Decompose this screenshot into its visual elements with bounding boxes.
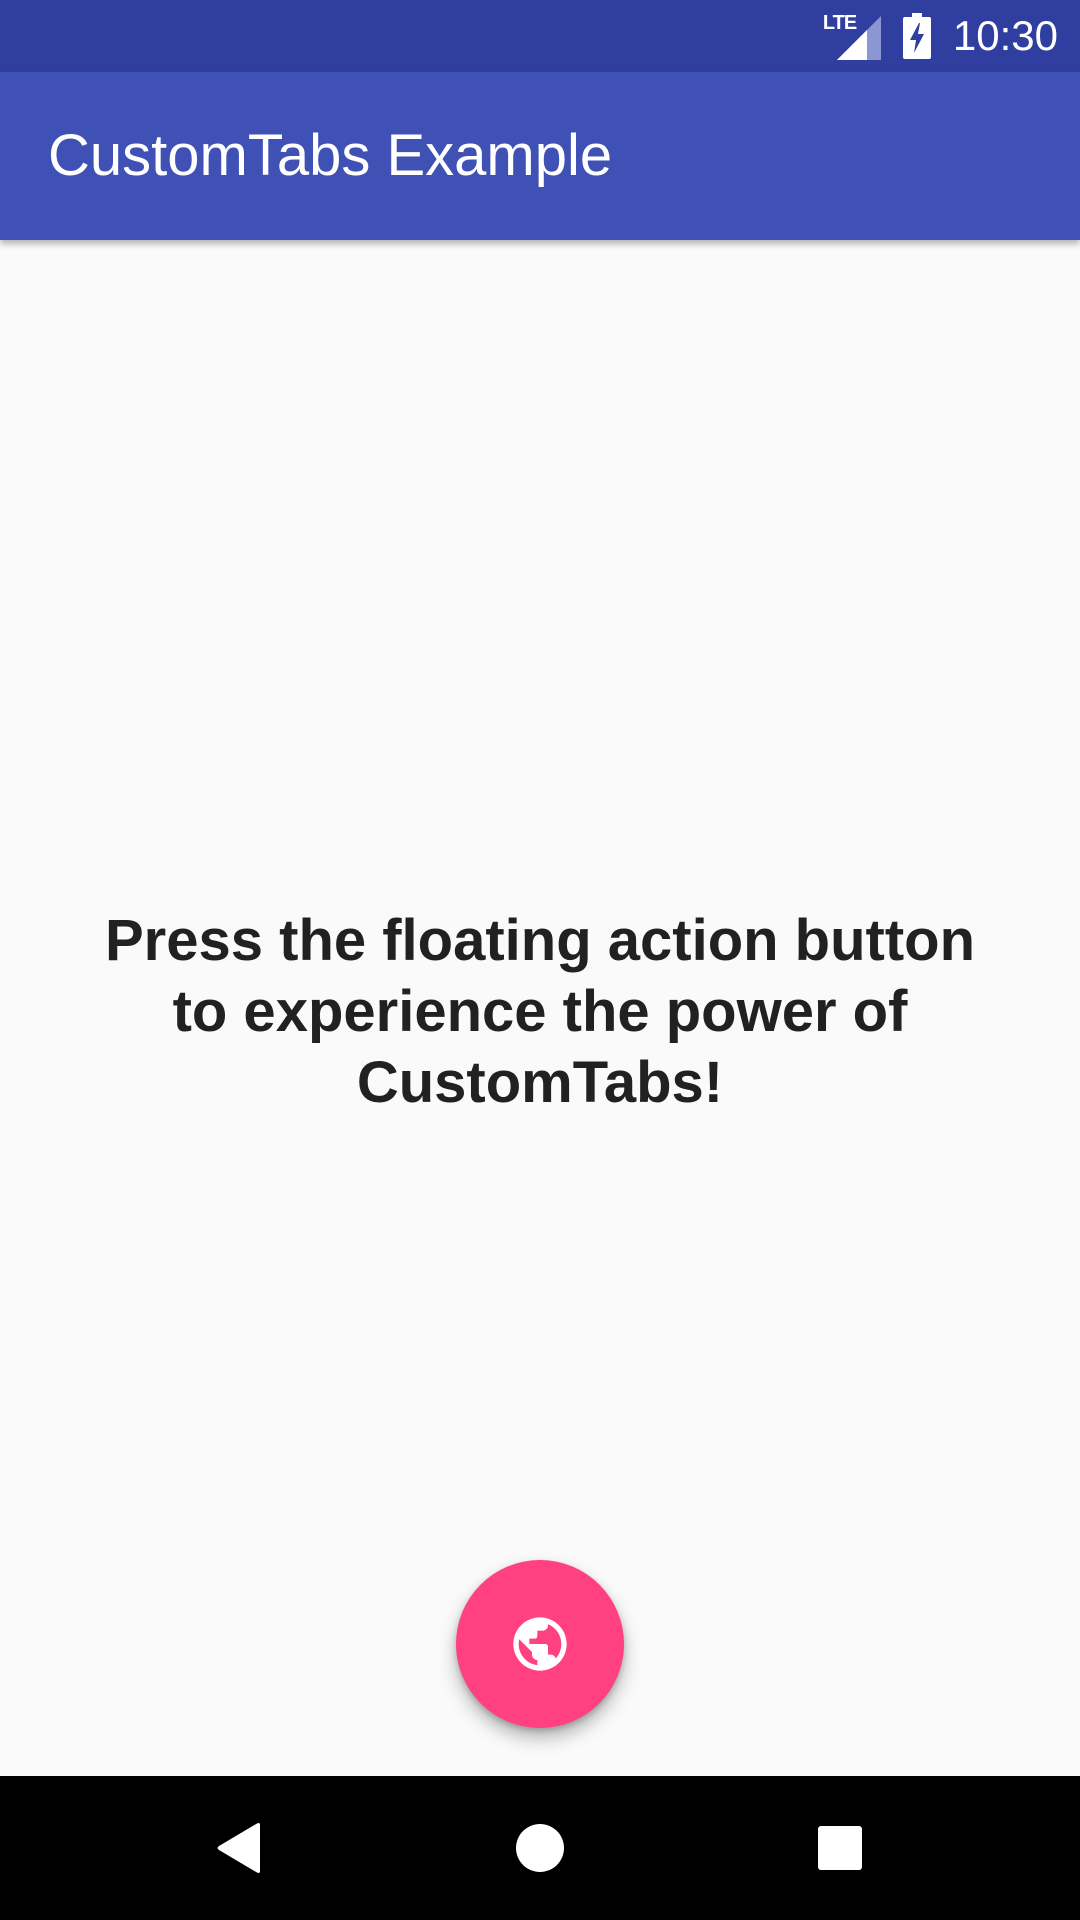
home-button[interactable] <box>460 1776 620 1920</box>
back-button[interactable] <box>160 1776 320 1920</box>
recents-button[interactable] <box>760 1776 920 1920</box>
status-icons: LTE 10:30 <box>823 0 1058 72</box>
status-time: 10:30 <box>952 12 1058 59</box>
instruction-text: Press the floating action button to expe… <box>104 908 976 1115</box>
signal-strength-icon <box>836 16 881 60</box>
lte-signal-icon: LTE <box>823 12 881 60</box>
app-title: CustomTabs Example <box>48 123 613 188</box>
main-content: Press the floating action button to expe… <box>0 240 1080 1776</box>
open-custom-tab-fab[interactable] <box>456 1560 624 1728</box>
status-bar: LTE 10:30 <box>0 0 1080 72</box>
back-icon <box>217 1823 260 1873</box>
screen: LTE 10:30 CustomTabs Example Press the f… <box>0 0 1080 1920</box>
battery-charging-icon <box>902 13 931 59</box>
home-icon <box>516 1824 564 1872</box>
navigation-bar <box>0 1776 1080 1920</box>
recents-icon <box>818 1826 862 1870</box>
globe-icon <box>513 1617 567 1671</box>
app-bar: CustomTabs Example <box>0 72 1080 240</box>
